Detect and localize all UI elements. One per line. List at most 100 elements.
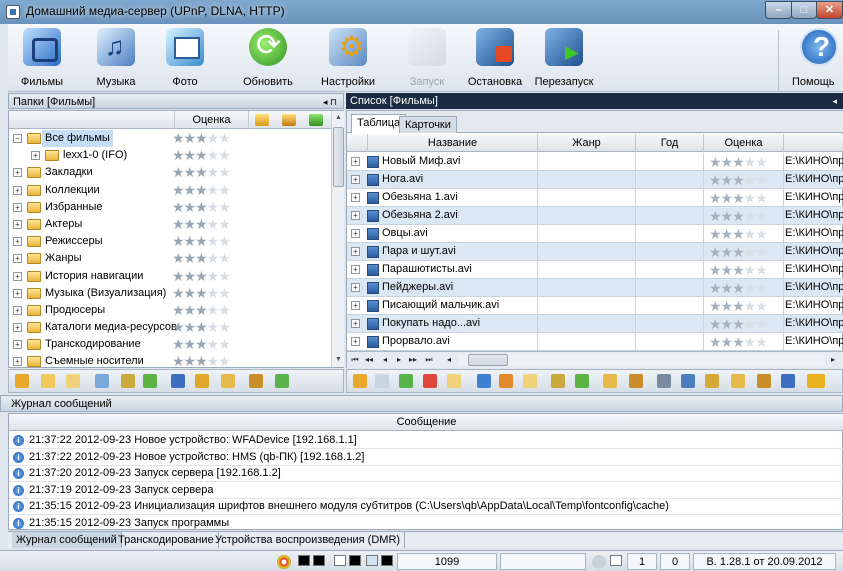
row-expand-icon[interactable]: + xyxy=(351,211,360,220)
save-list-icon[interactable] xyxy=(781,374,795,388)
row-expand-icon[interactable]: + xyxy=(351,193,360,202)
expand-toggle-icon[interactable]: + xyxy=(13,271,22,281)
table-row[interactable]: + Обезьяна 1.avi ★★★★★ E:\КИНО\пр xyxy=(347,189,843,207)
delete-icon[interactable] xyxy=(423,374,437,388)
column-rating[interactable]: Оценка xyxy=(703,134,783,152)
info-icon[interactable] xyxy=(477,374,491,388)
pencil-icon[interactable] xyxy=(282,114,296,126)
row-expand-icon[interactable]: + xyxy=(351,175,360,184)
expand-toggle-icon[interactable]: + xyxy=(13,288,22,298)
imdb-icon[interactable] xyxy=(807,374,825,388)
row-expand-icon[interactable]: + xyxy=(351,247,360,256)
refresh-button[interactable]: Обновить xyxy=(236,28,300,90)
panel-collapse-icon[interactable]: ◂ xyxy=(832,93,837,109)
table-row[interactable]: + Пара и шут.avi ★★★★★ E:\КИНО\пр xyxy=(347,243,843,261)
tree-item[interactable]: − Все фильмы ★★★★★ xyxy=(9,130,331,147)
hscroll-right-icon[interactable]: ▸ xyxy=(827,354,839,366)
rating-stars[interactable]: ★★★★★ xyxy=(709,280,768,297)
row-expand-icon[interactable]: + xyxy=(351,337,360,346)
table-row[interactable]: + Пейджеры.avi ★★★★★ E:\КИНО\пр xyxy=(347,279,843,297)
scroll-up-icon[interactable]: ▲ xyxy=(333,112,344,124)
expand-toggle-icon[interactable]: + xyxy=(31,151,40,161)
hscroll-thumb[interactable] xyxy=(468,354,508,366)
nav-next-page-icon[interactable]: ▸▸ xyxy=(407,354,419,366)
row-expand-icon[interactable]: + xyxy=(351,229,360,238)
tree-item[interactable]: + Жанры ★★★★★ xyxy=(9,250,331,267)
nav-last-icon[interactable]: ⏭ xyxy=(423,354,435,366)
bookmark-icon[interactable] xyxy=(603,374,617,388)
row-expand-icon[interactable]: + xyxy=(351,265,360,274)
rating-stars[interactable]: ★★★★★ xyxy=(172,164,231,181)
image-icon[interactable] xyxy=(705,374,719,388)
tree-item[interactable]: + История навигации ★★★★★ xyxy=(9,268,331,285)
table-row[interactable]: + Овцы.avi ★★★★★ E:\КИНО\пр xyxy=(347,225,843,243)
rating-stars[interactable]: ★★★★★ xyxy=(172,233,231,250)
table-row[interactable]: + Парашютисты.avi ★★★★★ E:\КИНО\пр xyxy=(347,261,843,279)
rating-stars[interactable]: ★★★★★ xyxy=(172,199,231,216)
nav-prev-page-icon[interactable]: ◂◂ xyxy=(363,354,375,366)
tree-item[interactable]: + Актеры ★★★★★ xyxy=(9,216,331,233)
rating-stars[interactable]: ★★★★★ xyxy=(709,226,768,243)
nav-next-icon[interactable]: ▸ xyxy=(393,354,405,366)
tree-item[interactable]: + Коллекции ★★★★★ xyxy=(9,182,331,199)
folder-options-icon[interactable] xyxy=(121,374,135,388)
log-row[interactable]: i 21:37:22 2012-09-23 Новое устройство: W… xyxy=(9,432,843,449)
photo-button[interactable]: Фото xyxy=(160,28,210,90)
tree-item[interactable]: + Избранные ★★★★★ xyxy=(9,199,331,216)
table-row[interactable]: + Новый Миф.avi ★★★★★ E:\КИНО\пр xyxy=(347,153,843,171)
rating-stars[interactable]: ★★★★★ xyxy=(709,316,768,333)
expand-toggle-icon[interactable]: + xyxy=(13,202,22,212)
rating-column-header[interactable]: Оценка xyxy=(174,111,249,129)
restart-button[interactable]: Перезапуск xyxy=(532,28,596,90)
rating-stars[interactable]: ★★★★★ xyxy=(709,172,768,189)
music-button[interactable]: Музыка xyxy=(88,28,144,90)
tab-playback-devices[interactable]: Устройства воспроизведения (DMR) xyxy=(211,532,406,548)
expand-toggle-icon[interactable]: + xyxy=(13,185,22,195)
export-icon[interactable] xyxy=(757,374,771,388)
rating-stars[interactable]: ★★★★★ xyxy=(172,268,231,285)
column-path[interactable] xyxy=(783,134,843,152)
tree-item[interactable]: + Закладки ★★★★★ xyxy=(9,164,331,181)
tree-item[interactable]: + Режиссеры ★★★★★ xyxy=(9,233,331,250)
table-row[interactable]: + Писающий мальчик.avi ★★★★★ E:\КИНО\пр xyxy=(347,297,843,315)
help-button[interactable]: Помощь xyxy=(792,28,842,90)
folders-scrollbar[interactable]: ▲ ▼ xyxy=(331,111,344,367)
rating-stars[interactable]: ★★★★★ xyxy=(709,190,768,207)
row-expand-icon[interactable]: + xyxy=(351,301,360,310)
nav-first-icon[interactable]: ⏮ xyxy=(349,354,361,366)
tools-icon[interactable] xyxy=(551,374,565,388)
log-row[interactable]: i 21:37:22 2012-09-23 Новое устройство: H… xyxy=(9,449,843,466)
expand-toggle-icon[interactable]: + xyxy=(13,237,22,247)
tree-icon[interactable] xyxy=(275,374,289,388)
stop-button[interactable]: Остановка xyxy=(463,28,527,90)
sort-list-icon[interactable] xyxy=(575,374,589,388)
folder-refresh-icon[interactable] xyxy=(143,374,157,388)
rating-stars[interactable]: ★★★★★ xyxy=(709,298,768,315)
minimize-button[interactable]: – xyxy=(765,1,792,19)
expand-toggle-icon[interactable]: + xyxy=(13,168,22,178)
tab-message-log[interactable]: Журнал сообщений xyxy=(12,532,122,548)
star-icon[interactable] xyxy=(499,374,513,388)
scroll-down-icon[interactable]: ▼ xyxy=(333,354,344,366)
horizontal-scrollbar[interactable] xyxy=(458,354,824,366)
rating-stars[interactable]: ★★★★★ xyxy=(709,208,768,225)
table-row[interactable]: + Покупать надо...avi ★★★★★ E:\КИНО\пр xyxy=(347,315,843,333)
rating-stars[interactable]: ★★★★★ xyxy=(172,182,231,199)
edit-folder-icon[interactable] xyxy=(66,374,80,388)
transcode-icon[interactable] xyxy=(629,374,643,388)
log-row[interactable]: i 21:35:15 2012-09-23 Запуск программы xyxy=(9,515,843,532)
rating-stars[interactable]: ★★★★★ xyxy=(172,319,231,336)
save-icon[interactable] xyxy=(171,374,185,388)
collection-icon[interactable] xyxy=(523,374,537,388)
row-expand-icon[interactable]: + xyxy=(351,157,360,166)
rating-stars[interactable]: ★★★★★ xyxy=(709,262,768,279)
column-genre[interactable]: Жанр xyxy=(537,134,635,152)
settings-button[interactable]: Настройки xyxy=(316,28,380,90)
expand-toggle-icon[interactable]: + xyxy=(13,323,22,333)
edit-icon[interactable] xyxy=(375,374,389,388)
rating-stars[interactable]: ★★★★★ xyxy=(172,216,231,233)
folder-icon[interactable] xyxy=(447,374,461,388)
scroll-thumb[interactable] xyxy=(333,127,344,187)
panel-pin-icon[interactable]: ◂ ⊓ xyxy=(323,94,337,110)
rating-stars[interactable]: ★★★★★ xyxy=(709,334,768,351)
